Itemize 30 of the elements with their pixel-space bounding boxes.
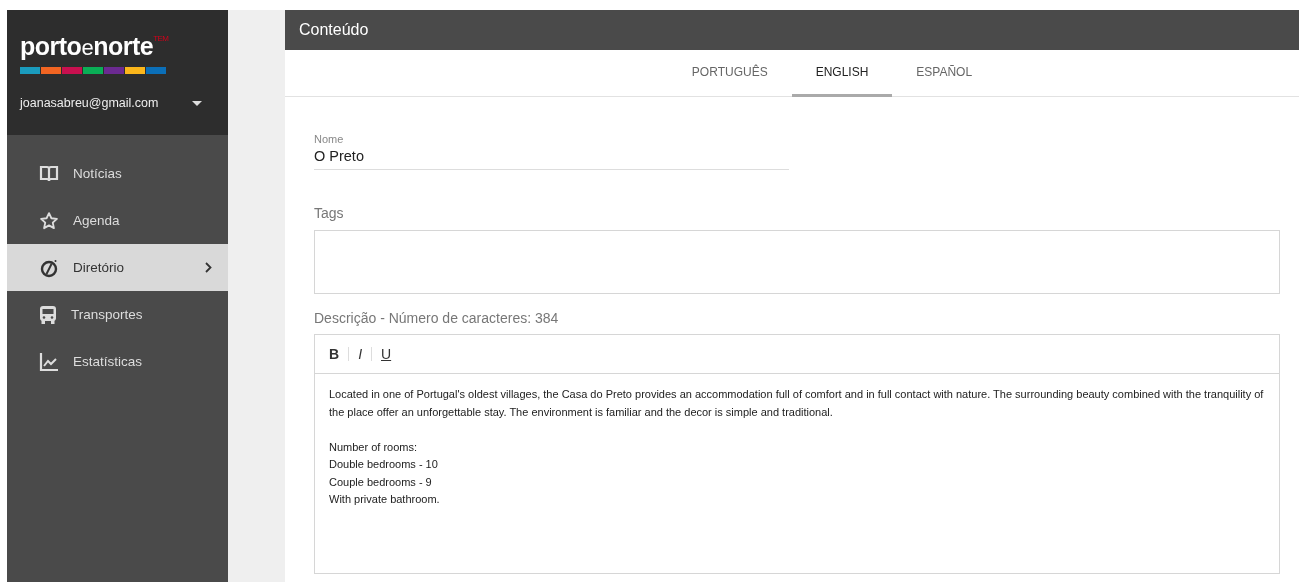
dropdown-caret-icon[interactable] bbox=[192, 100, 202, 106]
editor-text: Couple bedrooms - 9 bbox=[329, 474, 433, 490]
editor-text: Located in one of Portugal's oldest villages, the Casa do Preto provides an accommodation full of comfort and in full contact with nature. The surrounding beauty combined with the tranquility of the place offer an unforgettable stay. The environment is familiar and the decor is simple and traditional. bbox=[329, 387, 1265, 420]
bus-icon bbox=[39, 304, 57, 325]
field-label: Tags bbox=[314, 205, 345, 221]
sidebar-item[interactable]: Agenda bbox=[7, 197, 228, 244]
line-chart-icon bbox=[39, 351, 59, 372]
account-email[interactable]: joanasabreu@gmail.com bbox=[20, 96, 159, 110]
book-icon bbox=[39, 164, 59, 183]
editor-text: Number of rooms: bbox=[329, 439, 419, 455]
sidebar-item[interactable]: Notícias bbox=[7, 150, 228, 197]
text-editor[interactable] bbox=[314, 334, 1280, 574]
compass-icon bbox=[39, 257, 59, 278]
sidebar-item[interactable]: Transportes bbox=[7, 291, 228, 338]
format-button[interactable]: U bbox=[381, 347, 401, 361]
field-label: Nome bbox=[314, 133, 345, 145]
tags-field[interactable] bbox=[314, 230, 1280, 294]
sidebar-item[interactable]: Diretório bbox=[7, 244, 228, 291]
header-title: Conteúdo bbox=[299, 21, 369, 39]
format-button[interactable]: B bbox=[329, 347, 350, 361]
format-button[interactable]: I bbox=[358, 347, 372, 361]
sidebar-item[interactable]: Estatísticas bbox=[7, 338, 228, 385]
star-icon bbox=[39, 210, 59, 231]
editor-text: With private bathroom. bbox=[329, 492, 441, 507]
color-stripe-icon bbox=[20, 67, 166, 74]
language-tab[interactable]: ENGLISH bbox=[791, 50, 893, 97]
language-tab[interactable]: PORTUGUÊS bbox=[667, 50, 792, 97]
field-label: Descrição - Número de caracteres: 384 bbox=[314, 310, 560, 326]
editor-text: Double bedrooms - 10 bbox=[329, 457, 439, 472]
language-tab[interactable]: ESPAÑOL bbox=[892, 50, 997, 97]
